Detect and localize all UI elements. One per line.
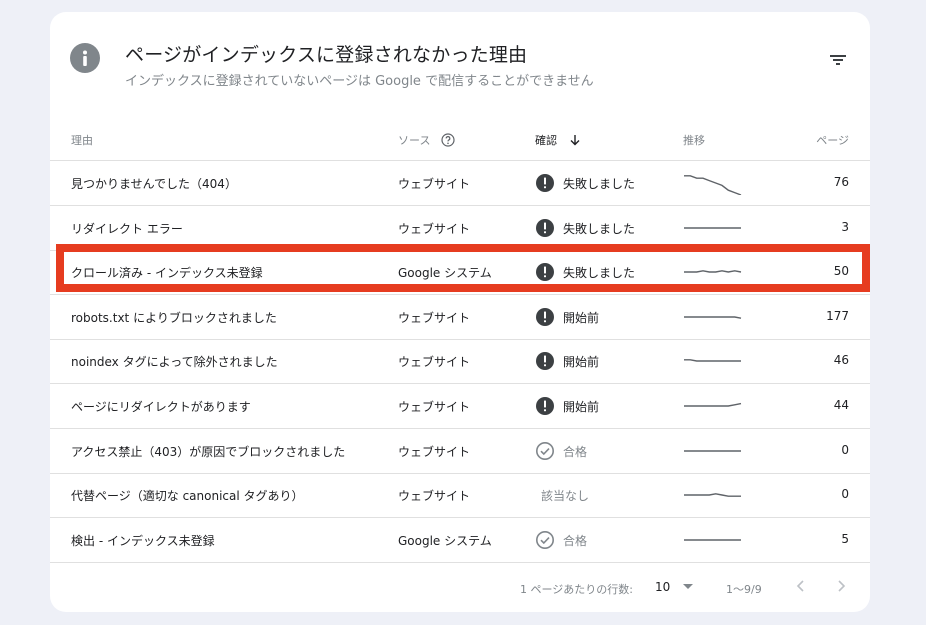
check-circle-icon [536,530,554,549]
table-row[interactable]: noindex タグによって除外されました ウェブサイト 開始前 46 [50,339,870,385]
column-source[interactable]: ソース [398,132,455,148]
row-status-label: 失敗しました [563,221,636,236]
report-card: ページがインデックスに登録されなかった理由 インデックスに登録されていないページ… [50,12,870,612]
trend-sparkline [684,316,742,319]
exclamation-circle-icon [536,352,554,371]
trend-sparkline [684,359,741,363]
row-source: ウェブサイト [398,444,471,459]
column-source-label: ソース [398,134,431,147]
table-row[interactable]: 代替ページ（適切な canonical タグあり） ウェブサイト 該当なし 0 [50,473,870,519]
table-row[interactable]: 検出 - インデックス未登録 Google システム 合格 5 [50,518,870,563]
trend-sparkline [684,402,742,407]
check-circle-icon [536,441,554,460]
table-row[interactable]: ページにリダイレクトがあります ウェブサイト 開始前 44 [50,384,870,429]
prev-page-icon[interactable] [794,579,808,593]
row-pages: 0 [841,487,849,502]
row-pages: 76 [833,175,849,189]
column-status[interactable]: 確認 [535,132,581,148]
info-icon [70,43,100,73]
next-page-icon[interactable] [834,579,848,593]
row-source: ウェブサイト [398,489,471,504]
trend-line [684,316,742,319]
exclamation-circle-icon [536,397,554,415]
row-reason: 見つかりませんでした（404） [71,177,237,191]
row-source: ウェブサイト [398,310,471,325]
page-range: 1～9/9 [726,583,762,596]
row-reason: 代替ページ（適切な canonical タグあり） [71,489,304,504]
row-status-label: 失敗しました [563,177,636,191]
row-status-label: 開始前 [563,355,600,370]
row-source: ウェブサイト [398,221,471,236]
column-reason[interactable]: 理由 [71,132,93,148]
row-status-label: 合格 [563,444,588,459]
table-row[interactable]: 見つかりませんでした（404） ウェブサイト 失敗しました 76 [50,161,870,206]
row-reason: 検出 - インデックス未登録 [71,533,215,548]
trend-sparkline [684,539,741,541]
trend-sparkline [684,175,742,195]
row-reason: リダイレクト エラー [71,221,183,236]
row-source: ウェブサイト [398,177,471,191]
row-reason: ページにリダイレクトがあります [71,400,251,414]
table-row[interactable]: アクセス禁止（403）が原因でブロックされました ウェブサイト 合格 0 [50,429,870,474]
sort-arrow-down-icon [570,135,579,146]
dropdown-arrow-icon[interactable] [682,583,694,591]
pagination: 1 ページあたりの行数: 10 1～9/9 [50,565,870,605]
page-title: ページがインデックスに登録されなかった理由 [125,44,528,66]
rows-per-page-value[interactable]: 10 [655,580,670,594]
page-subtitle: インデックスに登録されていないページは Google で配信することができません [125,74,594,89]
row-reason: noindex タグによって除外されました [71,355,278,370]
exclamation-circle-icon [536,307,554,326]
table-row[interactable]: robots.txt によりブロックされました ウェブサイト 開始前 177 [50,295,870,340]
column-pages[interactable]: ページ [816,132,849,148]
trend-sparkline [684,226,741,229]
row-pages: 177 [826,308,849,323]
row-source: ウェブサイト [398,400,471,414]
highlight-box [56,244,870,292]
help-icon[interactable] [441,133,455,147]
exclamation-circle-icon [536,218,554,237]
trend-line [684,493,741,498]
exclamation-circle-icon [536,174,554,192]
filter-icon[interactable] [826,50,850,70]
row-status-label: 合格 [563,533,588,548]
trend-line [684,175,742,195]
row-reason: アクセス禁止（403）が原因でブロックされました [71,444,346,459]
trend-sparkline [684,493,741,498]
row-source: ウェブサイト [398,355,471,370]
row-status-label: 開始前 [563,400,600,414]
trend-line [684,359,741,363]
row-source: Google システム [398,533,492,548]
rows-per-page-label: 1 ページあたりの行数: [520,583,633,596]
row-status-label: 開始前 [563,310,600,325]
row-pages: 46 [833,353,849,368]
row-pages: 0 [841,442,849,457]
row-pages: 3 [841,219,849,234]
trend-line [684,402,742,407]
row-pages: 44 [833,398,849,412]
table-header: 理由 ソース 確認 推移 ページ [50,120,870,161]
column-trend: 推移 [683,134,705,147]
row-reason: robots.txt によりブロックされました [71,310,277,325]
row-status-label: 該当なし [541,489,590,504]
column-status-label: 確認 [535,134,557,147]
row-pages: 5 [841,531,849,546]
trend-sparkline [684,449,741,452]
